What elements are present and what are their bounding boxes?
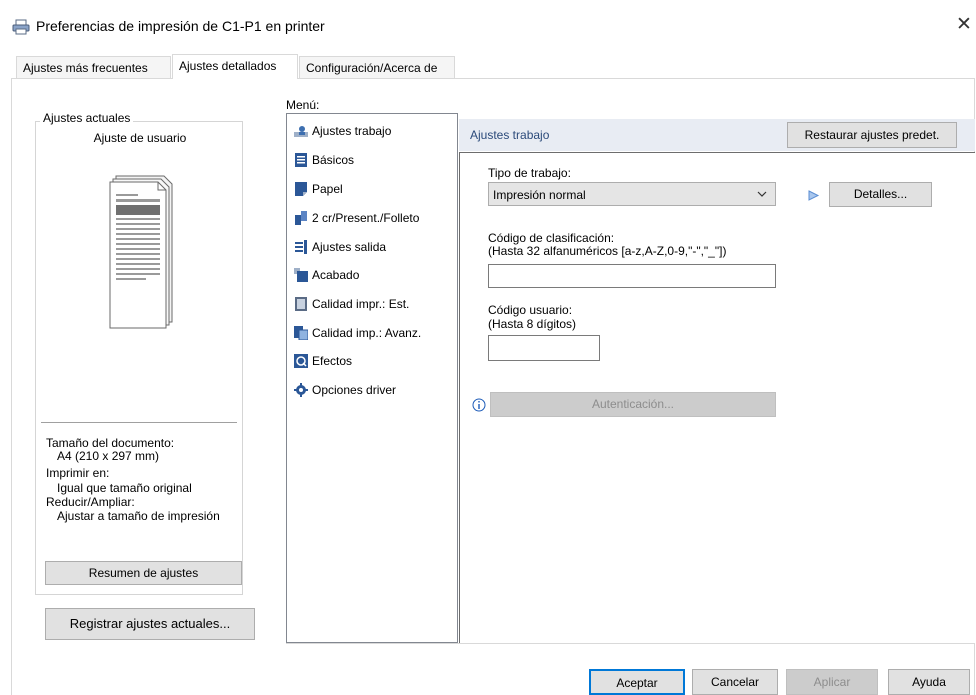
help-button[interactable]: Ayuda	[888, 669, 970, 695]
job-type-selected-value: Impresión normal	[493, 188, 586, 202]
paper-icon	[295, 182, 307, 196]
tab-detailed-settings[interactable]: Ajustes detallados	[172, 54, 298, 79]
menu-item-label: 2 cr/Present./Folleto	[312, 211, 420, 225]
divider	[41, 422, 237, 423]
settings-summary-button[interactable]: Resumen de ajustes	[45, 561, 242, 585]
driver-options-icon	[294, 383, 308, 397]
print-on-value: Igual que tamaño original	[57, 481, 192, 495]
menu-item-label: Calidad imp.: Avanz.	[312, 326, 422, 340]
user-code-input[interactable]	[488, 335, 600, 361]
user-code-label: Código usuario:	[488, 303, 573, 317]
basic-icon	[295, 153, 307, 167]
menu-item-label: Papel	[312, 182, 343, 196]
print-on-label: Imprimir en:	[46, 466, 110, 480]
restore-defaults-button[interactable]: Restaurar ajustes predet.	[787, 122, 957, 148]
quality-standard-icon	[295, 297, 307, 311]
menu-item-label: Calidad impr.: Est.	[312, 297, 410, 311]
details-button[interactable]: Detalles...	[829, 182, 932, 207]
finishing-icon	[294, 268, 308, 282]
authentication-button[interactable]: Autenticación...	[490, 392, 776, 417]
document-preview-icon	[109, 175, 173, 329]
reduce-enlarge-label: Reducir/Ampliar:	[46, 495, 135, 509]
apply-button[interactable]: Aplicar	[786, 669, 878, 695]
user-code-hint: (Hasta 8 dígitos)	[488, 317, 577, 331]
job-settings-icon	[294, 126, 308, 137]
window-title: Preferencias de impresión de C1-P1 en pr…	[36, 18, 325, 34]
menu-item-label: Acabado	[312, 268, 360, 282]
tab-frequent-settings[interactable]: Ajustes más frecuentes	[16, 56, 171, 78]
tab-label: Ajustes detallados	[179, 59, 277, 73]
info-icon	[472, 398, 486, 412]
menu-label: Menú:	[286, 98, 320, 112]
cancel-button[interactable]: Cancelar	[692, 669, 778, 695]
job-type-select[interactable]: Impresión normal	[488, 182, 776, 206]
classification-code-input[interactable]	[488, 264, 776, 288]
tab-label: Ajustes más frecuentes	[23, 61, 148, 75]
menu-item-label: Efectos	[312, 354, 353, 368]
current-setting-value: Ajuste de usuario	[93, 131, 187, 145]
tab-label: Configuración/Acerca de	[306, 61, 438, 75]
play-arrow-icon	[808, 190, 820, 201]
effects-icon	[294, 354, 308, 368]
output-icon	[295, 240, 307, 254]
menu-item-label: Básicos	[312, 153, 355, 167]
menu-item-label: Opciones driver	[312, 383, 397, 397]
printer-icon	[12, 19, 30, 35]
menu-item-label: Ajustes salida	[312, 240, 387, 254]
chevron-down-icon	[757, 191, 767, 197]
reduce-enlarge-value: Ajustar a tamaño de impresión	[57, 509, 220, 523]
divider	[286, 643, 975, 644]
classification-code-label: Código de clasificación:	[488, 231, 615, 245]
job-type-label: Tipo de trabajo:	[488, 166, 571, 180]
document-size-value: A4 (210 x 297 mm)	[57, 449, 160, 463]
classification-code-hint: (Hasta 32 alfanuméricos [a-z,A-Z,0-9,"-"…	[488, 244, 727, 258]
duplex-icon	[295, 211, 307, 225]
menu-item-label: Ajustes trabajo	[312, 124, 392, 138]
quality-advanced-icon	[294, 326, 308, 340]
register-current-settings-button[interactable]: Registrar ajustes actuales...	[45, 608, 255, 640]
panel-title: Ajustes trabajo	[470, 128, 550, 142]
tab-configuration-about[interactable]: Configuración/Acerca de	[299, 56, 455, 78]
current-settings-title: Ajustes actuales	[40, 111, 134, 125]
close-icon[interactable]: ✕	[955, 13, 973, 36]
ok-button[interactable]: Aceptar	[589, 669, 685, 695]
